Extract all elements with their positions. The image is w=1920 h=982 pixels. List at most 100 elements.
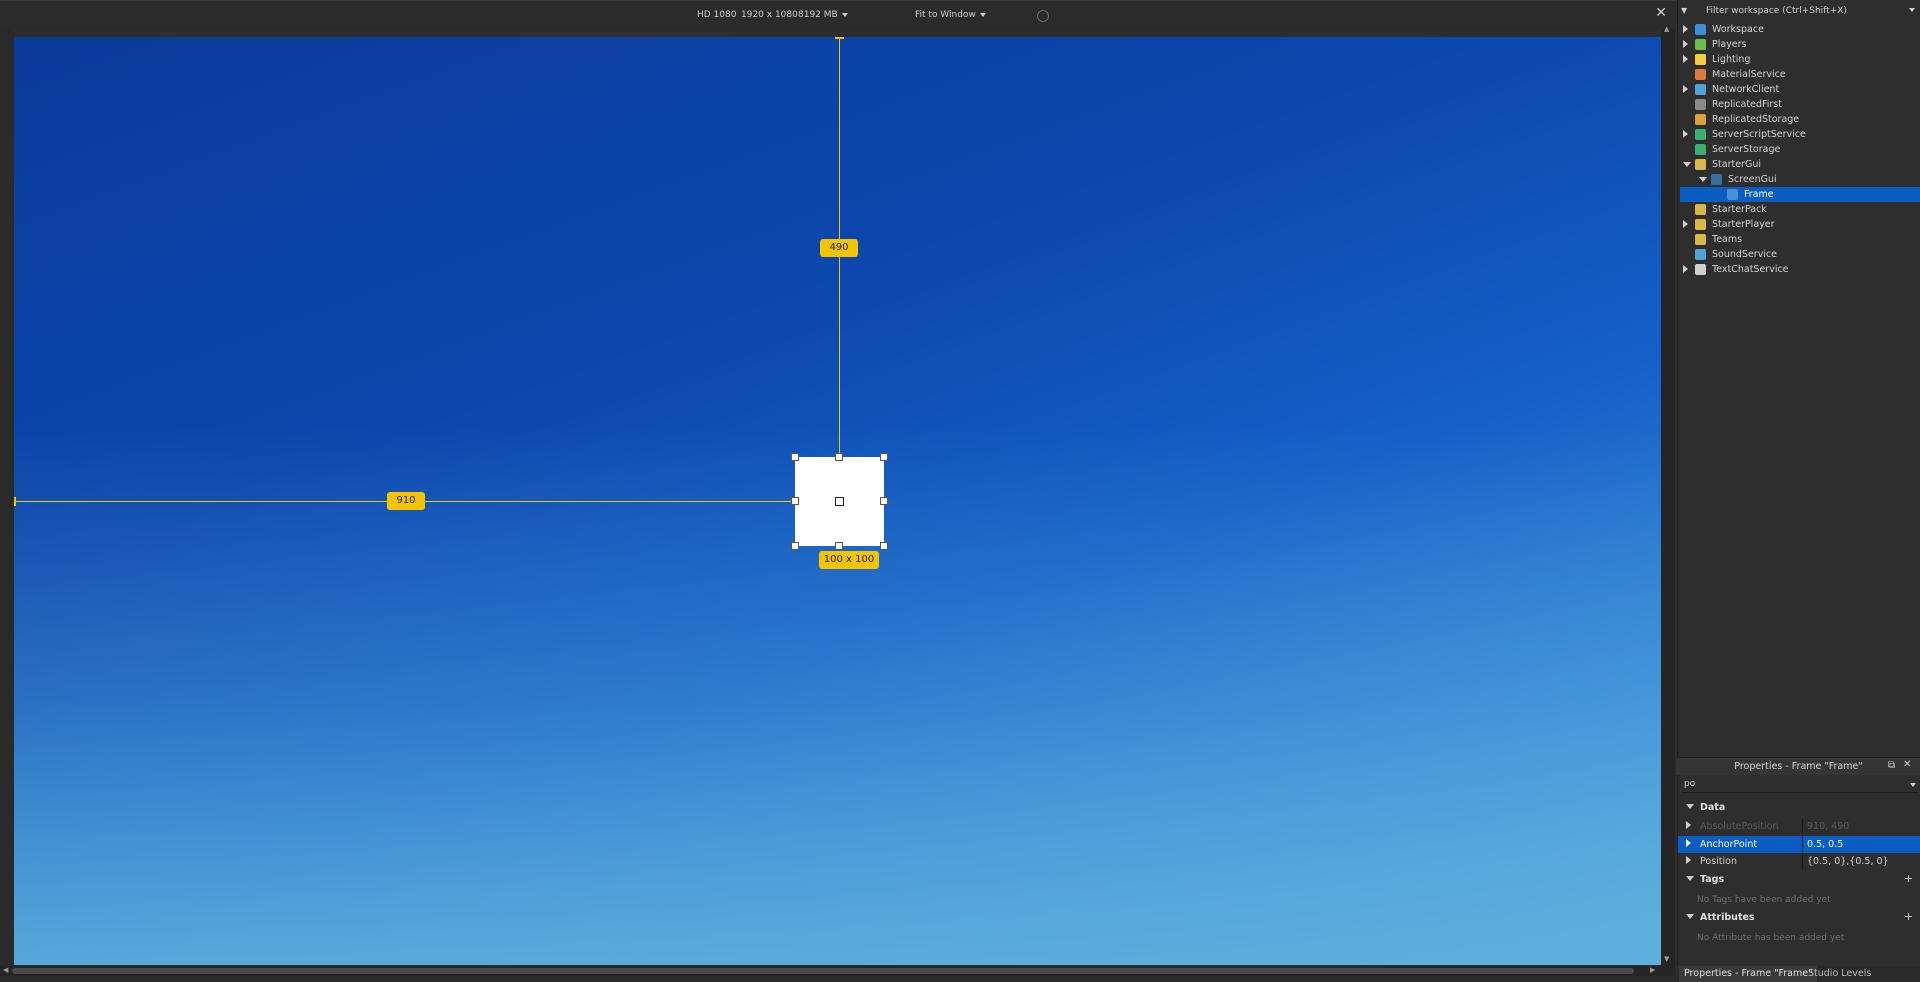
- tree-item[interactable]: Players: [1677, 37, 1920, 52]
- section-tags[interactable]: Tags: [1678, 871, 1920, 889]
- tree-item-label: StarterGui: [1712, 159, 1761, 170]
- tree-item[interactable]: Frame: [1680, 187, 1920, 202]
- resize-handle[interactable]: [880, 542, 888, 550]
- tree-item-label: StarterPlayer: [1712, 219, 1775, 230]
- tree-item[interactable]: ReplicatedStorage: [1677, 112, 1920, 127]
- add-tag-icon[interactable]: +: [1904, 872, 1913, 885]
- tab-properties[interactable]: Properties - Frame "Frame": [1679, 966, 1818, 982]
- chevron-right-icon[interactable]: [1683, 25, 1688, 33]
- chevron-right-icon[interactable]: [1683, 55, 1688, 63]
- guide-cap: [835, 37, 844, 39]
- close-icon[interactable]: ✕: [1655, 5, 1667, 21]
- guide-cap: [14, 497, 16, 506]
- tree-item-label: Players: [1712, 39, 1747, 50]
- tree-item-label: MaterialService: [1712, 69, 1786, 80]
- section-data[interactable]: Data: [1678, 799, 1920, 817]
- add-attribute-icon[interactable]: +: [1904, 910, 1913, 923]
- chevron-right-icon[interactable]: [1686, 821, 1691, 829]
- resize-handle[interactable]: [791, 497, 799, 505]
- tree-item[interactable]: StarterPlayer: [1677, 217, 1920, 232]
- tree-item[interactable]: StarterGui: [1677, 157, 1920, 172]
- tree-item[interactable]: NetworkClient: [1677, 82, 1920, 97]
- memory-selector[interactable]: 8192 MB: [798, 10, 848, 20]
- tree-item-label: SoundService: [1712, 249, 1778, 260]
- network-client-icon: [1695, 84, 1706, 95]
- tree-item[interactable]: Workspace: [1677, 22, 1920, 37]
- scroll-up-icon[interactable]: ▲: [1664, 25, 1669, 33]
- tree-item[interactable]: ServerScriptService: [1677, 127, 1920, 142]
- tab-studio-levels[interactable]: Studio Levels: [1803, 966, 1876, 982]
- tree-item-label: StarterPack: [1712, 204, 1767, 215]
- filter-icon[interactable]: ▼: [1681, 6, 1687, 15]
- chevron-down-icon[interactable]: [1686, 876, 1694, 881]
- resize-handle[interactable]: [835, 453, 843, 461]
- properties-title: Properties - Frame "Frame": [1677, 758, 1920, 775]
- filter-input[interactable]: Filter workspace (Ctrl+Shift+X): [1706, 6, 1847, 16]
- property-position[interactable]: Position {0.5, 0},{0.5, 0}: [1678, 853, 1920, 870]
- teams-icon: [1695, 234, 1706, 245]
- property-absolute-position[interactable]: AbsolutePosition 910, 490: [1678, 818, 1920, 835]
- vertical-scrollbar[interactable]: ▲ ▼: [1661, 25, 1675, 967]
- resize-handle[interactable]: [880, 497, 888, 505]
- workspace-icon: [1695, 24, 1706, 35]
- sound-service-icon: [1695, 249, 1706, 260]
- tree-item[interactable]: ReplicatedFirst: [1677, 97, 1920, 112]
- chevron-right-icon[interactable]: [1686, 839, 1691, 847]
- property-value[interactable]: 0.5, 0.5: [1802, 836, 1920, 853]
- tree-item[interactable]: ServerStorage: [1677, 142, 1920, 157]
- material-service-icon: [1695, 69, 1706, 80]
- tree-item[interactable]: StarterPack: [1677, 202, 1920, 217]
- fit-to-window-dropdown[interactable]: Fit to Window: [915, 10, 986, 20]
- chevron-right-icon[interactable]: [1683, 130, 1688, 138]
- tree-item[interactable]: ScreenGui: [1677, 172, 1920, 187]
- resize-handle[interactable]: [880, 453, 888, 461]
- device-toolbar: HD 1080 1920 x 1080 8192 MB Fit to Windo…: [0, 0, 1675, 30]
- anchor-point-icon[interactable]: [835, 497, 844, 506]
- chevron-right-icon[interactable]: [1686, 856, 1691, 864]
- chevron-down-icon[interactable]: [1909, 5, 1915, 15]
- orientation-icon[interactable]: [1037, 10, 1049, 22]
- tree-item-label: ReplicatedFirst: [1712, 99, 1782, 110]
- tree-item[interactable]: Lighting: [1677, 52, 1920, 67]
- frame-icon: [1727, 189, 1738, 200]
- device-selector[interactable]: HD 1080: [697, 10, 736, 20]
- chevron-down-icon[interactable]: [1699, 177, 1707, 182]
- tree-item[interactable]: MaterialService: [1677, 67, 1920, 82]
- game-viewport[interactable]: 490 910 100 x 100: [14, 37, 1661, 965]
- explorer-filter[interactable]: ▼ Filter workspace (Ctrl+Shift+X): [1681, 3, 1916, 21]
- chevron-right-icon[interactable]: [1683, 265, 1688, 273]
- text-chat-service-icon: [1695, 264, 1706, 275]
- section-attributes[interactable]: Attributes: [1678, 909, 1920, 927]
- lighting-icon: [1695, 54, 1706, 65]
- tree-item[interactable]: Teams: [1677, 232, 1920, 247]
- replicated-first-icon: [1695, 99, 1706, 110]
- chevron-right-icon[interactable]: [1683, 85, 1688, 93]
- chevron-down-icon[interactable]: [1686, 914, 1694, 919]
- tree-item[interactable]: SoundService: [1677, 247, 1920, 262]
- resize-handle[interactable]: [791, 453, 799, 461]
- close-icon[interactable]: ✕: [1903, 759, 1911, 770]
- tree-item-label: TextChatService: [1712, 264, 1789, 275]
- resize-handle[interactable]: [835, 542, 843, 550]
- property-anchor-point[interactable]: AnchorPoint 0.5, 0.5: [1678, 836, 1920, 853]
- scroll-left-icon[interactable]: ◀: [3, 966, 8, 974]
- chevron-down-icon[interactable]: [1683, 162, 1691, 167]
- attributes-empty-note: No Attribute has been added yet: [1697, 933, 1845, 943]
- tree-item-label: ServerScriptService: [1712, 129, 1806, 140]
- tags-empty-note: No Tags have been added yet: [1697, 895, 1831, 905]
- filter-value[interactable]: po: [1684, 779, 1695, 789]
- chevron-right-icon[interactable]: [1683, 40, 1688, 48]
- selected-frame[interactable]: [791, 453, 888, 550]
- resolution-label: 1920 x 1080: [741, 10, 798, 20]
- scroll-down-icon[interactable]: ▼: [1664, 955, 1669, 963]
- chevron-down-icon[interactable]: [1910, 782, 1916, 787]
- chevron-down-icon[interactable]: [1686, 804, 1694, 809]
- scroll-right-icon[interactable]: ▶: [1650, 966, 1655, 974]
- horizontal-scroll-thumb[interactable]: [12, 968, 1634, 974]
- chevron-right-icon[interactable]: [1683, 220, 1688, 228]
- undock-icon[interactable]: ⧉: [1888, 760, 1895, 771]
- property-value[interactable]: {0.5, 0},{0.5, 0}: [1802, 853, 1920, 870]
- properties-filter-input[interactable]: po: [1682, 778, 1918, 793]
- tree-item[interactable]: TextChatService: [1677, 262, 1920, 277]
- resize-handle[interactable]: [791, 542, 799, 550]
